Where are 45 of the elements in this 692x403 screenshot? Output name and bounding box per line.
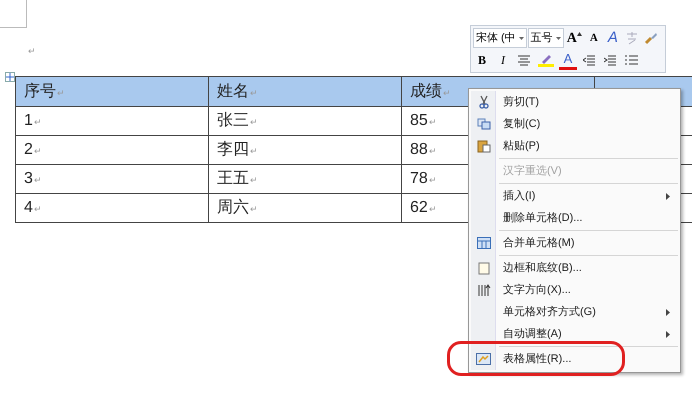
table-icon xyxy=(476,237,490,249)
italic-button[interactable]: I xyxy=(494,50,512,70)
page-corner-mark xyxy=(0,0,27,28)
dropdown-caret-icon xyxy=(518,36,524,40)
menu-item[interactable]: 文字方向(X)... xyxy=(471,279,678,301)
font-dropdown[interactable]: 宋体 (中 xyxy=(473,28,527,48)
table-cell: 周六↵ xyxy=(209,194,402,223)
grow-font-button[interactable]: A xyxy=(564,28,584,48)
table-properties-icon xyxy=(476,353,491,365)
styles-button[interactable]: A xyxy=(604,28,622,48)
table-cell: 4↵ xyxy=(16,194,209,223)
highlighter-icon xyxy=(538,53,554,67)
bullet-list-icon xyxy=(624,54,638,66)
scissors-icon xyxy=(478,95,490,109)
phonetic-icon xyxy=(624,31,639,45)
menu-item[interactable]: 合并单元格(M) xyxy=(471,232,678,254)
indent-icon xyxy=(604,54,616,66)
move-icon xyxy=(6,73,14,81)
copy-icon xyxy=(476,118,490,130)
font-size-dropdown[interactable]: 五号 xyxy=(528,28,564,48)
menu-item[interactable]: 单元格对齐方式(G) xyxy=(471,301,678,323)
header-cell: 姓名↵ xyxy=(209,77,402,107)
table-cell: 张三↵ xyxy=(209,107,402,136)
header-cell: 序号↵ xyxy=(16,77,209,107)
table-cell: 王五↵ xyxy=(209,165,402,194)
menu-item[interactable]: 自动调整(A) xyxy=(471,323,678,345)
table-cell: 1↵ xyxy=(16,107,209,136)
paragraph-mark: ↵ xyxy=(28,46,36,56)
outdent-icon xyxy=(583,54,595,66)
menu-item[interactable]: 表格属性(R)... xyxy=(471,348,678,370)
menu-item[interactable]: 边框和底纹(B)... xyxy=(471,257,678,279)
align-center-icon xyxy=(518,54,530,66)
up-caret-icon xyxy=(576,32,582,36)
table-move-handle[interactable] xyxy=(5,72,15,82)
shrink-font-button[interactable]: A xyxy=(584,28,603,48)
dropdown-caret-icon xyxy=(556,36,561,40)
table-cell: 3↵ xyxy=(16,165,209,194)
brush-icon xyxy=(644,31,658,45)
bold-button[interactable]: B xyxy=(473,50,491,70)
text-direction-icon xyxy=(476,284,490,296)
clipboard-icon xyxy=(476,139,490,153)
table-cell: 2↵ xyxy=(16,136,209,165)
page-icon xyxy=(478,262,490,274)
font-color-button[interactable]: A xyxy=(559,50,577,70)
table-cell: 李四↵ xyxy=(209,136,402,165)
